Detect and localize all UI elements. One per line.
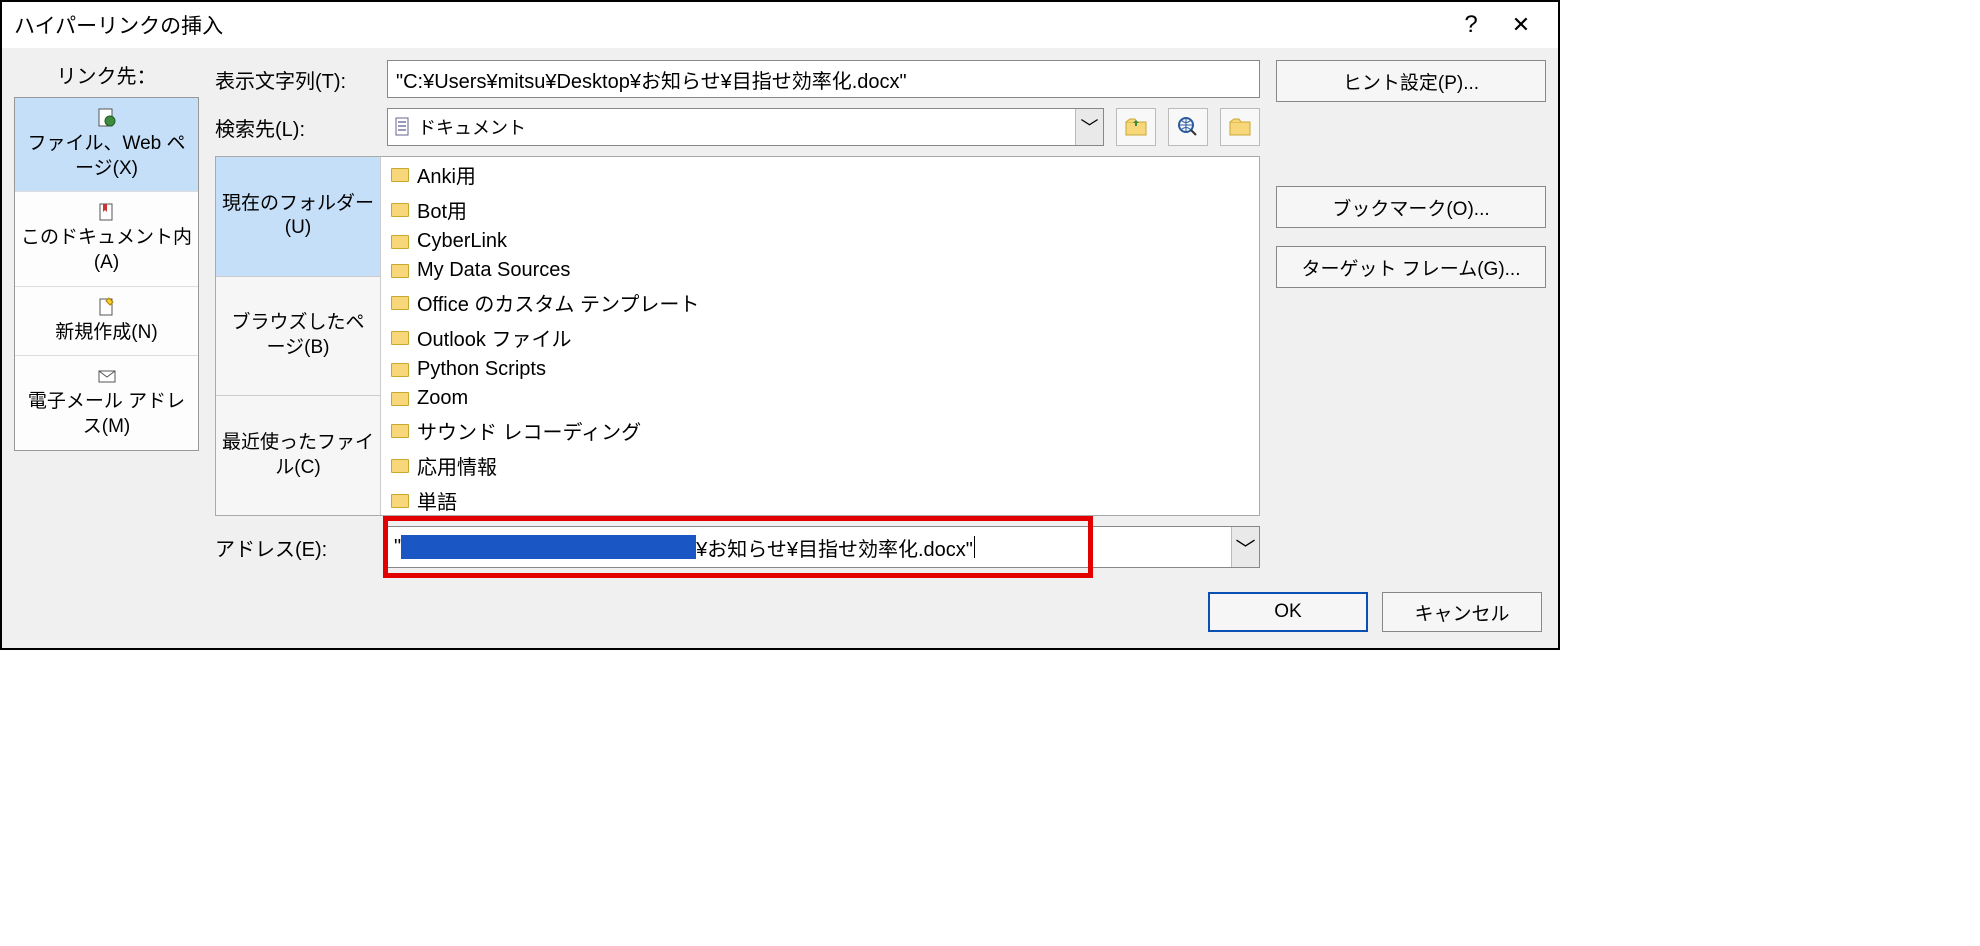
folder-up-icon bbox=[1125, 118, 1147, 136]
cancel-button[interactable]: キャンセル bbox=[1382, 592, 1542, 632]
envelope-icon bbox=[97, 366, 117, 386]
chevron-down-icon[interactable]: ﹀ bbox=[1075, 109, 1103, 145]
list-item[interactable]: Outlook ファイル bbox=[381, 320, 1259, 355]
browse-web-button[interactable] bbox=[1168, 108, 1208, 146]
address-quote: " bbox=[394, 536, 401, 559]
link-to-list: ファイル、Web ページ(X) このドキュメント内(A) 新規作成(N) 電子メ… bbox=[14, 97, 199, 451]
file-name: CyberLink bbox=[417, 230, 507, 253]
file-name: Bot用 bbox=[417, 195, 467, 224]
file-name: サウンド レコーディング bbox=[417, 416, 641, 445]
ok-button[interactable]: OK bbox=[1208, 592, 1368, 632]
link-to-item-label: このドキュメント内(A) bbox=[21, 227, 192, 273]
folder-icon bbox=[391, 424, 409, 438]
tab-current-folder[interactable]: 現在のフォルダー(U) bbox=[216, 157, 380, 277]
close-button[interactable]: ✕ bbox=[1496, 12, 1546, 38]
list-item[interactable]: Office のカスタム テンプレート bbox=[381, 285, 1259, 320]
document-icon bbox=[394, 117, 412, 137]
address-input[interactable]: " ¥お知らせ¥目指せ効率化.docx" ﹀ bbox=[387, 526, 1260, 568]
list-item[interactable]: サウンド レコーディング bbox=[381, 413, 1259, 448]
link-to-file-web[interactable]: ファイル、Web ページ(X) bbox=[15, 98, 198, 192]
link-to-new-doc[interactable]: 新規作成(N) bbox=[15, 287, 198, 357]
up-one-level-button[interactable] bbox=[1116, 108, 1156, 146]
folder-icon bbox=[391, 296, 409, 310]
insert-hyperlink-dialog: ハイパーリンクの挿入 ? ✕ リンク先： ファイル、Web ページ(X) このド… bbox=[0, 0, 1560, 650]
display-text-label: 表示文字列(T): bbox=[215, 65, 375, 94]
link-to-label: リンク先： bbox=[14, 60, 199, 89]
look-in-label: 検索先(L): bbox=[215, 113, 375, 142]
dialog-footer: OK キャンセル bbox=[2, 580, 1558, 648]
list-item[interactable]: Bot用 bbox=[381, 192, 1259, 227]
screentip-button[interactable]: ヒント設定(P)... bbox=[1276, 60, 1546, 102]
file-list[interactable]: Anki用 Bot用 CyberLink My Data Sources Off… bbox=[381, 157, 1259, 515]
bookmark-button[interactable]: ブックマーク(O)... bbox=[1276, 186, 1546, 228]
titlebar: ハイパーリンクの挿入 ? ✕ bbox=[2, 2, 1558, 48]
file-name: Anki用 bbox=[417, 160, 476, 189]
folder-icon bbox=[391, 363, 409, 377]
list-item[interactable]: 応用情報 bbox=[381, 448, 1259, 483]
link-to-item-label: ファイル、Web ページ(X) bbox=[27, 133, 185, 179]
folder-icon bbox=[391, 235, 409, 249]
list-item[interactable]: Zoom bbox=[381, 384, 1259, 413]
display-text-input[interactable] bbox=[387, 60, 1260, 98]
browse-tabs: 現在のフォルダー(U) ブラウズしたページ(B) 最近使ったファイル(C) bbox=[216, 157, 381, 515]
file-name: My Data Sources bbox=[417, 259, 570, 282]
dialog-title: ハイパーリンクの挿入 bbox=[14, 10, 1446, 40]
folder-icon bbox=[391, 203, 409, 217]
look-in-value: ドキュメント bbox=[418, 114, 1069, 140]
help-button[interactable]: ? bbox=[1446, 11, 1496, 39]
folder-icon bbox=[391, 168, 409, 182]
list-item[interactable]: 単語 bbox=[381, 483, 1259, 515]
folder-icon bbox=[391, 392, 409, 406]
list-item[interactable]: Python Scripts bbox=[381, 355, 1259, 384]
file-name: Outlook ファイル bbox=[417, 323, 571, 352]
target-frame-button[interactable]: ターゲット フレーム(G)... bbox=[1276, 246, 1546, 288]
address-label: アドレス(E): bbox=[215, 533, 375, 562]
link-to-item-label: 新規作成(N) bbox=[55, 322, 157, 343]
look-in-combo[interactable]: ドキュメント ﹀ bbox=[387, 108, 1104, 146]
link-to-email[interactable]: 電子メール アドレス(M) bbox=[15, 356, 198, 449]
tab-browsed-pages[interactable]: ブラウズしたページ(B) bbox=[216, 277, 380, 397]
link-to-this-doc[interactable]: このドキュメント内(A) bbox=[15, 192, 198, 286]
text-cursor bbox=[974, 536, 975, 558]
list-item[interactable]: CyberLink bbox=[381, 227, 1259, 256]
file-name: Zoom bbox=[417, 387, 468, 410]
list-item[interactable]: Anki用 bbox=[381, 157, 1259, 192]
file-name: 単語 bbox=[417, 486, 457, 515]
chevron-down-icon[interactable]: ﹀ bbox=[1231, 527, 1259, 567]
file-name: Office のカスタム テンプレート bbox=[417, 288, 699, 317]
file-name: 応用情報 bbox=[417, 451, 497, 480]
tab-recent-files[interactable]: 最近使ったファイル(C) bbox=[216, 396, 380, 515]
list-item[interactable]: My Data Sources bbox=[381, 256, 1259, 285]
globe-page-icon bbox=[97, 108, 117, 128]
document-bookmark-icon bbox=[97, 202, 117, 222]
browse-file-button[interactable] bbox=[1220, 108, 1260, 146]
file-name: Python Scripts bbox=[417, 358, 546, 381]
link-to-item-label: 電子メール アドレス(M) bbox=[28, 391, 185, 437]
folder-icon bbox=[391, 331, 409, 345]
folder-open-icon bbox=[1229, 118, 1251, 136]
folder-icon bbox=[391, 459, 409, 473]
browse-area: 現在のフォルダー(U) ブラウズしたページ(B) 最近使ったファイル(C) An… bbox=[215, 156, 1260, 516]
folder-icon bbox=[391, 494, 409, 508]
globe-search-icon bbox=[1177, 116, 1199, 138]
folder-icon bbox=[391, 264, 409, 278]
address-selected-part bbox=[401, 535, 696, 559]
address-visible-suffix: ¥お知らせ¥目指せ効率化.docx" bbox=[696, 533, 973, 562]
new-document-icon bbox=[97, 297, 117, 317]
